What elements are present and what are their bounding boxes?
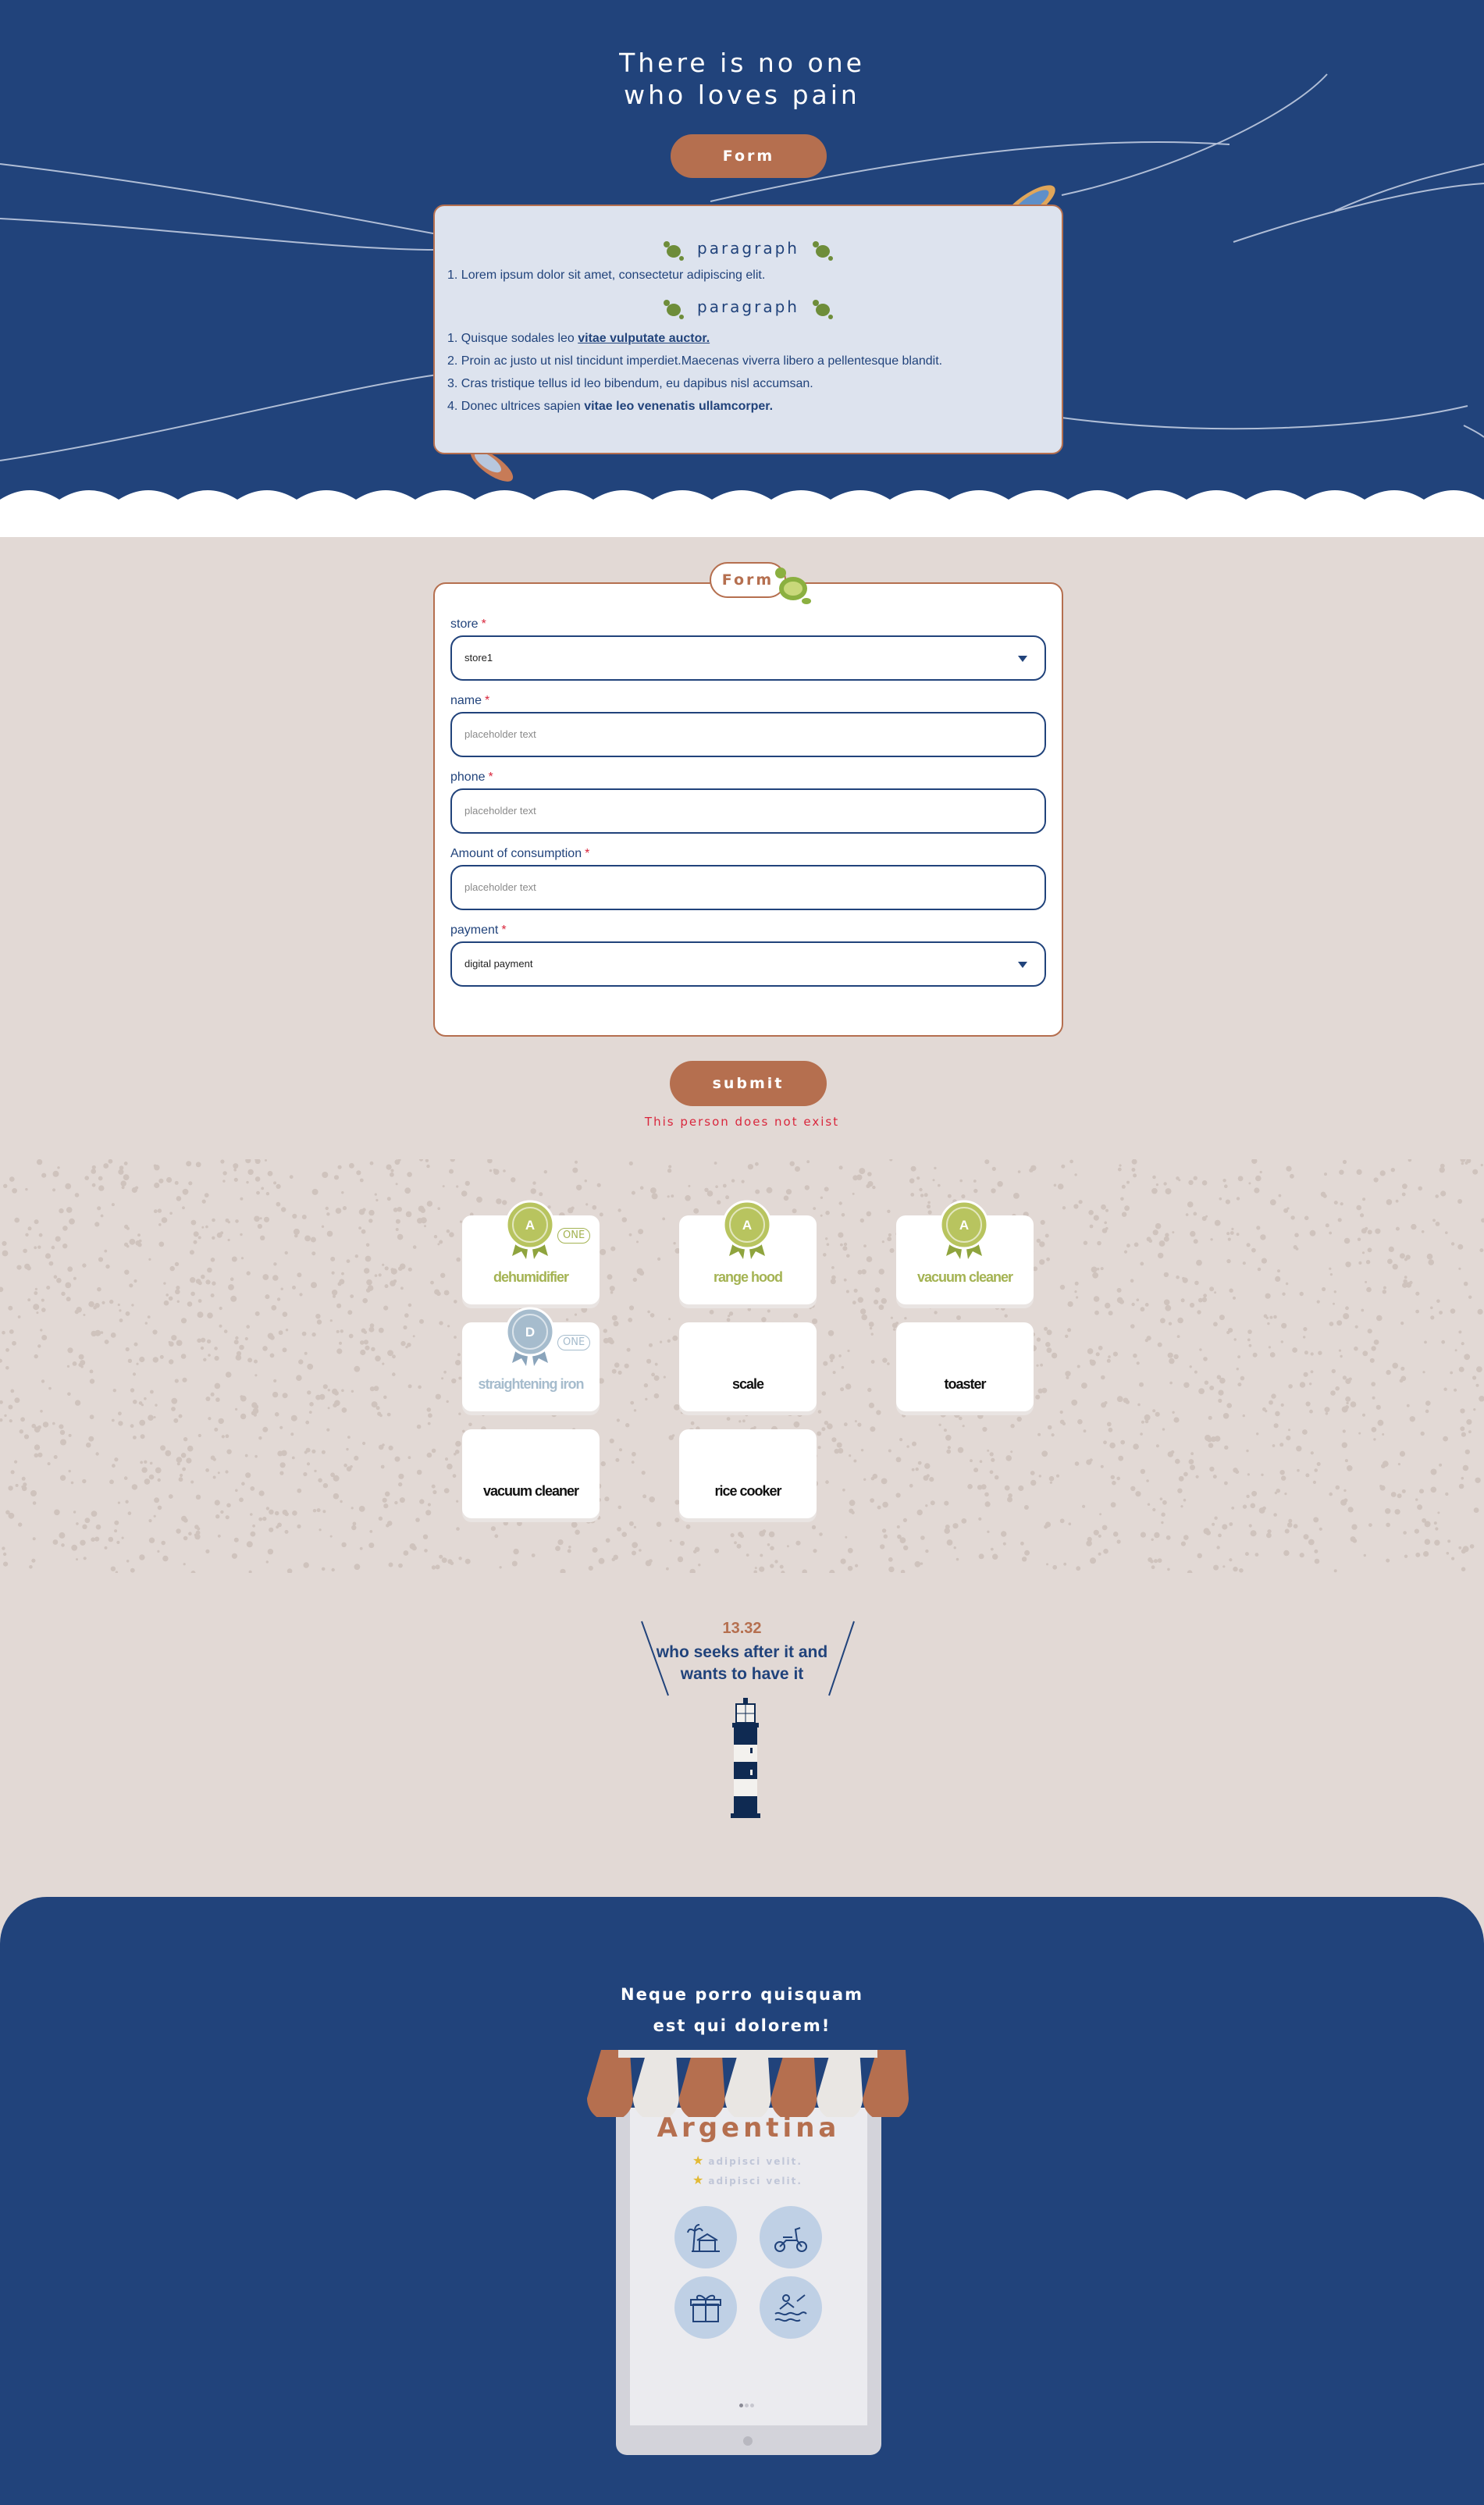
star-icon: ★ [692,2172,706,2187]
medal-icon: D [505,1307,555,1366]
paragraph-list: 1. Lorem ipsum dolor sit amet, consectet… [447,264,1049,286]
medal-icon: A [505,1200,555,1259]
product-card[interactable]: scale [679,1322,817,1411]
list-item: 4. Donec ultrices sapien vitae leo venen… [447,395,1049,418]
list-item-text: 3. Cras tristique tellus id leo bibendum… [447,377,813,390]
country-title: Argentina [657,2112,841,2144]
lighthouse-text: who seeks after it and wants to have it [0,1642,1484,1685]
lighthouse-text-line1: who seeks after it and [656,1643,828,1661]
gift-icon[interactable] [674,2276,737,2339]
list-item-text: 2. Proin ac justo ut nisl tincidunt impe… [447,354,943,368]
list-item-text: 1. Quisque sodales leo [447,332,578,345]
lighthouse-number: 13.32 [722,1620,762,1637]
lighthouse-text-line2: wants to have it [680,1665,804,1683]
tablet-home-button [743,2436,753,2446]
footer-title-line1: Neque porro quisquam [621,1985,863,2004]
turtle-icon [663,299,684,319]
paragraph-list: 1. Quisque sodales leo vitae vulputate a… [447,327,1049,418]
rank-badge: ONE [557,1228,591,1244]
hero-form-button[interactable]: Form [671,134,827,178]
product-card[interactable]: toaster [896,1322,1034,1411]
payment-select[interactable]: digital payment [450,941,1046,987]
product-card-label: scale [731,1376,764,1392]
product-card-label: toaster [944,1376,986,1392]
paragraph-heading: paragraph [447,291,1049,322]
list-item: 2. Proin ac justo ut nisl tincidunt impe… [447,350,1049,372]
payment-select-value: digital payment [464,958,533,970]
hero-title-line1: There is no one [619,48,865,78]
product-card-label: straightening iron [478,1376,585,1392]
paragraph-heading-text: paragraph [697,297,799,316]
rating-item: ★ adipisci velit. [692,2153,802,2168]
product-card[interactable]: rice cooker [679,1429,817,1518]
form-card: store * store1 name * placeholder text pho… [433,582,1063,1037]
paragraph-heading-text: paragraph [697,239,799,258]
carousel-dots[interactable] [738,2397,755,2411]
svg-text:A: A [742,1218,752,1233]
product-card-label: dehumidifier [493,1269,569,1285]
phone-input[interactable]: placeholder text [450,788,1046,834]
list-item-emphasis: vitae leo venenatis ullamcorper. [584,400,774,413]
product-card-label: vacuum cleaner [482,1483,579,1499]
chevron-down-icon [1018,656,1027,662]
swimming-icon[interactable] [760,2276,822,2339]
product-card-label: range hood [714,1269,783,1285]
medal-icon: A [939,1200,989,1259]
store-select-value: store1 [464,652,493,664]
footer-title: Neque porro quisquam est qui dolorem! [0,1979,1484,2041]
error-message: This person does not exist [644,1115,840,1129]
paragraph-heading: paragraph [447,233,1049,264]
store-select[interactable]: store1 [450,635,1046,681]
store-label: store * [450,617,486,631]
scooter-icon[interactable] [760,2206,822,2268]
svg-text:D: D [525,1325,535,1340]
list-item-link[interactable]: vitae vulputate auctor. [578,332,710,345]
awning-icon [587,2050,909,2117]
hero-title-line2: who loves pain [624,80,860,110]
turtle-icon [663,240,684,261]
product-card-label: rice cooker [714,1483,781,1499]
rating-item: ★ adipisci velit. [692,2172,802,2187]
turtle-icon [775,568,811,604]
star-icon: ★ [692,2153,706,2168]
list-item: 1. Quisque sodales leo vitae vulputate a… [447,327,1049,350]
submit-button[interactable]: submit [670,1061,827,1106]
product-card[interactable]: D ONE straightening iron [462,1307,600,1411]
chevron-down-icon [1018,962,1027,968]
amount-label: Amount of consumption * [450,847,590,860]
hero-section: There is no one who loves pain Form para… [0,0,1484,531]
medal-icon: A [722,1200,772,1259]
list-item: 1. Lorem ipsum dolor sit amet, consectet… [447,269,766,282]
name-label: name * [450,694,490,707]
wave-divider [0,490,1484,537]
product-card[interactable]: vacuum cleaner [462,1429,600,1518]
svg-text:A: A [525,1218,535,1233]
amount-input[interactable]: placeholder text [450,865,1046,910]
rank-badge: ONE [557,1335,591,1350]
turtle-icon [813,299,834,319]
hero-title: There is no one who loves pain [0,47,1484,111]
payment-label: payment * [450,923,507,937]
product-card[interactable]: Avacuum cleaner [896,1200,1034,1304]
list-item: 3. Cras tristique tellus id leo bibendum… [447,372,1049,395]
product-card[interactable]: A ONE dehumidifier [462,1200,600,1304]
product-card[interactable]: Arange hood [679,1200,817,1304]
turtle-icon [813,240,834,261]
beach-house-icon[interactable] [674,2206,737,2268]
list-item-text: 4. Donec ultrices sapien [447,400,585,413]
footer-title-line2: est qui dolorem! [653,2016,831,2035]
lighthouse-icon [731,1698,760,1818]
name-input[interactable]: placeholder text [450,712,1046,757]
phone-label: phone * [450,770,493,784]
product-card-label: vacuum cleaner [916,1269,1013,1285]
paragraph-card: paragraph 1. Lorem ipsum dolor sit amet,… [433,205,1063,454]
svg-text:A: A [959,1218,969,1233]
